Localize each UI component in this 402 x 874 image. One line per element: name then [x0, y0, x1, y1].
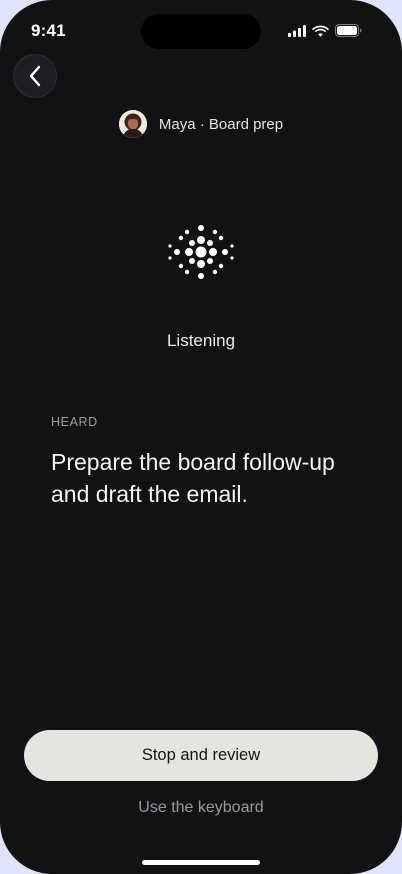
dynamic-island	[141, 14, 261, 49]
voice-activity-indicator	[168, 225, 234, 279]
session-header: Maya · Board prep	[0, 110, 402, 138]
status-icons	[288, 24, 362, 37]
transcript-text: Prepare the board follow-up and draft th…	[51, 449, 335, 507]
battery-icon	[335, 24, 362, 37]
chevron-left-icon	[29, 65, 41, 87]
heard-label: HEARD	[51, 415, 98, 429]
status-bar: 9:41	[0, 0, 402, 54]
wifi-icon	[312, 25, 329, 37]
status-time: 9:41	[31, 21, 66, 40]
person-avatar-icon	[118, 110, 147, 138]
back-button[interactable]	[13, 54, 57, 98]
session-title: Maya · Board prep	[158, 115, 284, 133]
listening-status: Listening	[166, 331, 236, 350]
stop-and-review-button[interactable]: Stop and review	[24, 730, 378, 781]
cellular-signal-icon	[288, 24, 306, 37]
voice-session-screen: 9:41 Maya · Board prep Listening HEARD P…	[0, 0, 402, 874]
avatar	[118, 110, 147, 138]
use-keyboard-link[interactable]: Use the keyboard	[0, 799, 402, 817]
home-indicator[interactable]	[142, 860, 260, 865]
